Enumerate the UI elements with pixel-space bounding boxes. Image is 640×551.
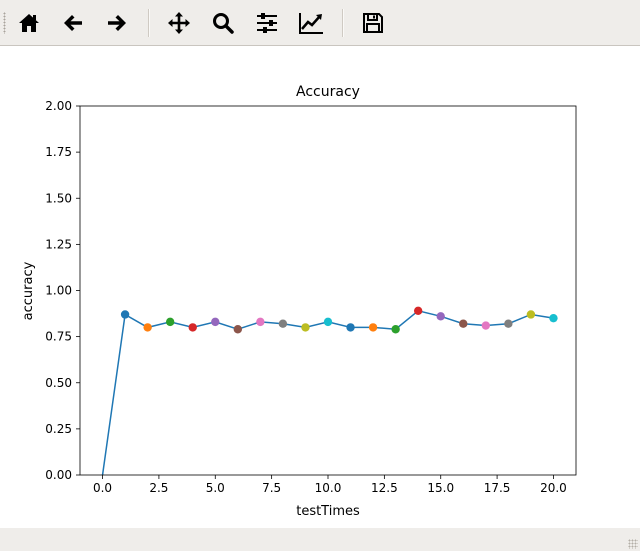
y-tick-label: 0.00 (45, 468, 72, 482)
data-point (143, 323, 152, 332)
y-tick-label: 1.50 (45, 191, 72, 205)
y-tick-label: 0.75 (45, 330, 72, 344)
toolbar-separator (148, 9, 150, 37)
data-point (481, 321, 491, 330)
data-point (391, 325, 400, 334)
move-icon (168, 12, 190, 34)
zoom-button[interactable] (207, 7, 239, 39)
back-button[interactable] (57, 7, 89, 39)
magnifier-icon (213, 13, 234, 34)
data-point (188, 323, 197, 332)
y-tick-label: 2.00 (45, 99, 72, 113)
resize-grip[interactable] (628, 539, 638, 549)
data-point (526, 310, 536, 319)
x-tick-label: 15.0 (427, 481, 454, 495)
figure-canvas[interactable]: 0.0 2.5 5.0 7.5 10.0 12.5 15.0 17.5 20.0 0.00 0.25… (0, 46, 640, 528)
x-axis-label: testTimes (296, 504, 360, 519)
x-tick-label: 2.5 (149, 481, 168, 495)
axes-frame (79, 105, 577, 476)
x-tick-label: 5.0 (206, 481, 225, 495)
data-point (504, 319, 513, 328)
home-button[interactable] (13, 7, 45, 39)
data-point (368, 323, 378, 332)
y-tick-label: 0.25 (45, 422, 72, 436)
data-point (120, 310, 130, 319)
y-tick-label: 0.50 (45, 376, 72, 390)
data-point (436, 312, 445, 321)
data-point (301, 323, 310, 332)
x-tick-label: 7.5 (262, 481, 281, 495)
x-tick-label: 20.0 (540, 481, 567, 495)
sliders-icon (257, 13, 277, 33)
y-axis-label: accuracy (21, 261, 36, 320)
arrow-left-icon (64, 15, 82, 31)
toolbar-separator (342, 9, 344, 37)
home-icon (19, 14, 39, 32)
x-tick-label: 12.5 (371, 481, 398, 495)
data-point (323, 317, 333, 327)
pan-button[interactable] (163, 7, 195, 39)
edit-axes-button[interactable] (295, 7, 327, 39)
data-point (549, 313, 558, 323)
data-point (211, 317, 220, 327)
toolbar-grip[interactable] (3, 12, 6, 34)
forward-button[interactable] (101, 7, 133, 39)
subplots-button[interactable] (251, 7, 283, 39)
y-tick-label: 1.25 (45, 237, 72, 251)
arrow-right-icon (108, 15, 126, 31)
navigation-toolbar (0, 0, 640, 46)
data-point (165, 317, 175, 327)
x-tick-label: 10.0 (315, 481, 342, 495)
x-tick-label: 17.5 (484, 481, 511, 495)
y-tick-label: 1.00 (45, 284, 72, 298)
data-point (346, 323, 355, 332)
status-bar (0, 528, 640, 551)
x-tick-label: 0.0 (93, 481, 112, 495)
accuracy-chart: 0.0 2.5 5.0 7.5 10.0 12.5 15.0 17.5 20.0 0.00 0.25… (21, 84, 577, 519)
y-tick-label: 1.75 (45, 145, 72, 159)
data-point (413, 306, 423, 315)
data-point (233, 325, 243, 334)
chart-title: Accuracy (296, 84, 360, 100)
series-line (101, 309, 554, 476)
floppy-disk-icon (363, 13, 383, 33)
data-point (256, 317, 265, 327)
save-button[interactable] (357, 7, 389, 39)
data-point (459, 319, 468, 328)
line-chart-icon (299, 13, 323, 34)
data-point (278, 319, 288, 328)
